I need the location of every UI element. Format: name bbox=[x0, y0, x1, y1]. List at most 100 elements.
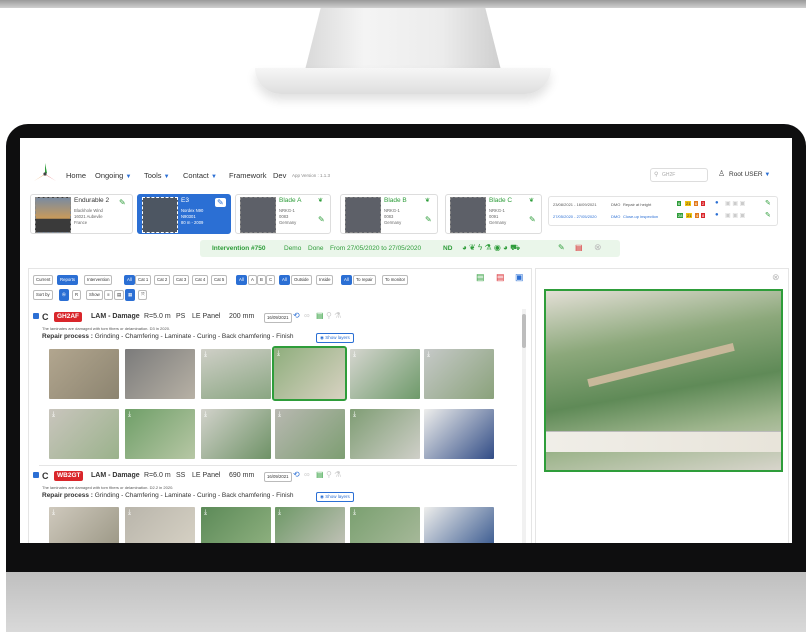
blade-card-a[interactable]: Blade A NRKG-1 0083 Germany ❦ ✎ bbox=[235, 194, 331, 234]
damage-photo[interactable]: ⤓ bbox=[201, 507, 271, 543]
damage-checkbox[interactable] bbox=[33, 313, 39, 319]
damage-photo[interactable]: ⤓ bbox=[49, 507, 119, 543]
damage-photo[interactable]: ⤓ bbox=[49, 409, 119, 459]
nav-ongoing[interactable]: Ongoing ▼ bbox=[95, 171, 131, 180]
edit-pen-icon[interactable]: ✎ bbox=[215, 198, 226, 207]
list-view-icon[interactable]: ≡ bbox=[104, 290, 113, 300]
damage-photo[interactable] bbox=[49, 349, 119, 399]
edit-pen-icon[interactable]: ✎ bbox=[765, 211, 771, 219]
download-icon[interactable]: ⤓ bbox=[128, 411, 131, 419]
excel-icon[interactable]: ▤ bbox=[316, 311, 324, 320]
doc-icon[interactable]: ▣ ▣ ▣ bbox=[725, 200, 745, 207]
cat-1[interactable]: Cat 1 bbox=[135, 275, 152, 285]
damage-checkbox[interactable] bbox=[33, 472, 39, 478]
damage-photo[interactable]: ⤓ bbox=[424, 349, 494, 399]
user-menu[interactable]: Root USER ▼ bbox=[729, 171, 770, 178]
excel-icon[interactable]: ▤ bbox=[316, 470, 324, 479]
side-outside[interactable]: Outside bbox=[291, 275, 312, 285]
search-input[interactable]: ⚲ GH2F bbox=[650, 168, 708, 182]
download-icon[interactable]: ⤓ bbox=[353, 351, 356, 359]
side-all[interactable]: All bbox=[279, 275, 290, 285]
inspection-row[interactable]: 23/08/2021 - 16/09/2021 DMO Repair at he… bbox=[553, 199, 775, 210]
large-photo[interactable] bbox=[544, 289, 783, 472]
damage-photo[interactable]: ⤓ bbox=[125, 507, 195, 543]
download-icon[interactable]: ⤓ bbox=[353, 509, 356, 517]
blade-card-c[interactable]: Blade C NRKG-1 0091 Germany ❦ ✎ bbox=[445, 194, 542, 234]
damage-tag[interactable]: GH2AF bbox=[54, 312, 83, 322]
download-icon[interactable]: ⤓ bbox=[52, 509, 55, 517]
edit-pen-icon[interactable]: ✎ bbox=[765, 199, 771, 207]
cat-2[interactable]: Cat 2 bbox=[154, 275, 171, 285]
view-reports[interactable]: Reports bbox=[57, 275, 79, 285]
history-icon[interactable]: ⟲ bbox=[293, 311, 300, 320]
damage-photo[interactable]: ⤓ bbox=[350, 507, 420, 543]
inspection-row[interactable]: 27/05/2020 - 27/05/2020 DMO Close-up ins… bbox=[553, 211, 775, 222]
cat-4[interactable]: Cat 4 bbox=[192, 275, 209, 285]
history-icon[interactable]: ⟲ bbox=[293, 470, 300, 479]
blade-all[interactable]: All bbox=[236, 275, 247, 285]
repair-all[interactable]: All bbox=[341, 275, 352, 285]
view-current[interactable]: Current bbox=[33, 275, 54, 285]
nav-dev[interactable]: Dev bbox=[273, 171, 286, 180]
nav-contact[interactable]: Contact ▼ bbox=[183, 171, 217, 180]
nav-framework[interactable]: Framework bbox=[229, 171, 267, 180]
damage-photo[interactable]: ⤓ bbox=[350, 409, 420, 459]
cat-5[interactable]: Cat 5 bbox=[211, 275, 228, 285]
edit-pen-icon[interactable]: ✎ bbox=[318, 215, 325, 224]
damage-photo[interactable]: ⤓ bbox=[201, 349, 271, 399]
download-icon[interactable]: ⤓ bbox=[278, 411, 281, 419]
pdf-icon[interactable]: ▤ bbox=[575, 243, 583, 252]
blade-c[interactable]: C bbox=[266, 275, 276, 285]
save-icon[interactable]: ▣ bbox=[515, 272, 524, 283]
tool-icons[interactable]: ⚲ ⚗ bbox=[326, 311, 341, 320]
download-icon[interactable]: ⤓ bbox=[427, 351, 430, 359]
blade-b[interactable]: B bbox=[257, 275, 266, 285]
pdf-export-icon[interactable]: ▤ bbox=[496, 272, 505, 283]
tool-icons[interactable]: ⚲ ⚗ bbox=[326, 470, 341, 479]
damage-photo[interactable]: ⤓ bbox=[201, 409, 271, 459]
damage-photo[interactable] bbox=[424, 507, 494, 543]
edit-pen-icon[interactable]: ✎ bbox=[425, 215, 432, 224]
download-icon[interactable]: ⤓ bbox=[204, 509, 207, 517]
excel-export-icon[interactable]: ▤ bbox=[476, 272, 485, 283]
intervention-tools-icons[interactable]: ◕ ❦ ϟ ⚗ ◉ ◕ ⛟ bbox=[462, 243, 520, 253]
site-card[interactable]: Endurable 2 Blackhole Wind 16021 Aubevil… bbox=[30, 194, 133, 234]
edit-pen-icon[interactable]: ✎ bbox=[119, 198, 126, 207]
link-icon[interactable]: ∞ bbox=[304, 470, 310, 479]
download-icon[interactable]: ⤓ bbox=[204, 351, 207, 359]
link-icon[interactable]: ∞ bbox=[304, 311, 310, 320]
app-logo-icon[interactable] bbox=[34, 163, 56, 183]
damage-photo[interactable]: ⤓ bbox=[350, 349, 420, 399]
nav-tools[interactable]: Tools ▼ bbox=[144, 171, 170, 180]
download-icon[interactable]: ⤓ bbox=[128, 509, 131, 517]
repair-to-monitor[interactable]: To monitor bbox=[382, 275, 409, 285]
nav-home[interactable]: Home bbox=[66, 171, 86, 180]
gallery-view-icon[interactable]: ▦ bbox=[125, 289, 136, 301]
download-icon[interactable]: ⤓ bbox=[277, 350, 280, 358]
show-layers-button[interactable]: ◉ Show layers bbox=[316, 333, 354, 343]
damage-tag[interactable]: WB2GT bbox=[54, 471, 84, 481]
damage-photo[interactable] bbox=[424, 409, 494, 459]
collapse-icon[interactable]: ⤧ bbox=[138, 290, 148, 300]
damage-photo[interactable]: ⤓ bbox=[125, 409, 195, 459]
side-inside[interactable]: Inside bbox=[316, 275, 334, 285]
view-intervention[interactable]: Intervention bbox=[84, 275, 113, 285]
damage-photo[interactable]: ⤓ bbox=[275, 409, 345, 459]
download-icon[interactable]: ⤓ bbox=[204, 411, 207, 419]
damage-photo[interactable]: ⤓ bbox=[275, 507, 345, 543]
download-icon[interactable]: ⤓ bbox=[52, 411, 55, 419]
sort-r-button[interactable]: R bbox=[72, 290, 82, 300]
compact-view-icon[interactable]: ▤ bbox=[114, 290, 125, 300]
damage-photo-selected[interactable]: ⤓ bbox=[272, 346, 347, 401]
close-icon[interactable]: ⊗ bbox=[594, 242, 602, 253]
doc-icon[interactable]: ▣ ▣ ▣ bbox=[725, 212, 745, 219]
cat-all[interactable]: All bbox=[124, 275, 135, 285]
damage-photo[interactable] bbox=[125, 349, 195, 399]
cat-3[interactable]: Cat 3 bbox=[173, 275, 190, 285]
sort-blade-icon[interactable]: ✇ bbox=[59, 289, 69, 301]
turbine-card-selected[interactable]: E3 Nordex N90 N90301 80 m - 2009 ✎ bbox=[137, 194, 231, 234]
edit-pen-icon[interactable]: ✎ bbox=[529, 215, 536, 224]
comment-icon[interactable]: ● bbox=[715, 212, 719, 218]
close-icon[interactable]: ⊗ bbox=[772, 272, 780, 283]
blade-card-b[interactable]: Blade B NRKG-1 0083 Germany ❦ ✎ bbox=[340, 194, 438, 234]
